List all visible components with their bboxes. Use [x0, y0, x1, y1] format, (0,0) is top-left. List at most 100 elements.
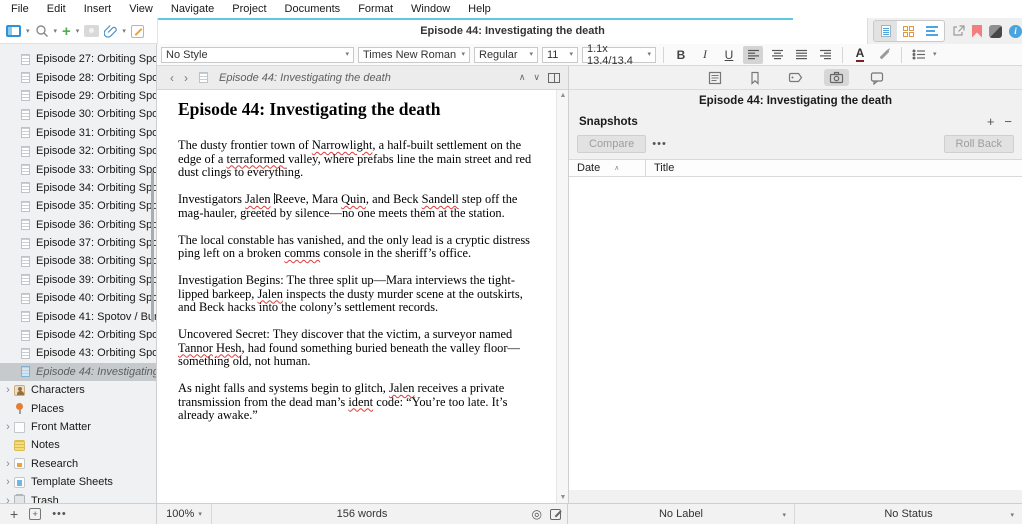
snapshot-more-button[interactable]: ••• — [652, 138, 667, 150]
line-spacing-select[interactable]: 1.1x 13.4/13.4▾ — [582, 47, 656, 63]
target-icon[interactable]: ◎ — [532, 507, 542, 521]
menu-item-window[interactable]: Window — [402, 0, 459, 18]
add-document-button[interactable]: + — [10, 506, 18, 522]
binder-item-template-sheets[interactable]: ›Template Sheets — [0, 473, 156, 491]
rollback-button[interactable]: Roll Back — [944, 135, 1014, 153]
chevron-right-icon[interactable]: › — [3, 458, 13, 470]
binder-item[interactable]: Episode 27: Orbiting Spoto... — [0, 50, 156, 68]
binder-item[interactable]: Episode 38: Orbiting Spoto... — [0, 252, 156, 270]
text-color-button[interactable]: A — [850, 46, 870, 64]
binder-item-characters[interactable]: ›Characters — [0, 381, 156, 399]
writing-goals-icon[interactable] — [550, 509, 561, 520]
tab-snapshots[interactable] — [824, 69, 849, 86]
add-snapshot-button[interactable]: + — [987, 114, 995, 129]
binder-item[interactable]: Episode 42: Orbiting Spotov — [0, 326, 156, 344]
binder-item[interactable]: Episode 44: Investigating th... — [0, 363, 156, 381]
editor-scrollbar[interactable]: ▲ ▼ — [556, 90, 568, 503]
binder-item[interactable]: Episode 28: Orbiting Spoto... — [0, 68, 156, 86]
align-right-button[interactable] — [815, 46, 835, 64]
binder-toggle-button[interactable] — [6, 25, 21, 37]
bookmarks-button[interactable] — [104, 24, 117, 38]
binder-item-front-matter[interactable]: ›Front Matter — [0, 418, 156, 436]
binder-item-places[interactable]: ›Places — [0, 399, 156, 417]
menu-item-file[interactable]: File — [2, 0, 38, 18]
menu-item-edit[interactable]: Edit — [38, 0, 75, 18]
snapshot-toolbar-button[interactable] — [84, 25, 99, 37]
list-caret[interactable]: ▾ — [933, 51, 937, 58]
menu-item-format[interactable]: Format — [349, 0, 402, 18]
add-folder-button[interactable]: + — [29, 508, 41, 520]
tab-metadata[interactable] — [783, 69, 808, 86]
column-header-date[interactable]: Date∧ — [569, 160, 646, 176]
binder-item[interactable]: Episode 29: Orbiting Spoto... — [0, 87, 156, 105]
bookmark-flag-button[interactable] — [972, 25, 982, 38]
chevron-right-icon[interactable]: › — [3, 476, 13, 488]
chevron-right-icon[interactable]: › — [3, 384, 13, 396]
search-button[interactable] — [35, 24, 49, 38]
tab-comments[interactable] — [865, 69, 889, 87]
tab-notes[interactable] — [703, 69, 727, 87]
menu-item-project[interactable]: Project — [223, 0, 275, 18]
binder-item[interactable]: Episode 39: Orbiting Spoto... — [0, 271, 156, 289]
align-center-button[interactable] — [767, 46, 787, 64]
tab-bookmarks[interactable] — [743, 69, 767, 87]
compose-mode-button[interactable] — [989, 25, 1002, 38]
italic-button[interactable]: I — [695, 46, 715, 64]
binder-item-notes[interactable]: ›Notes — [0, 436, 156, 454]
forward-button[interactable]: › — [179, 71, 193, 85]
underline-button[interactable]: U — [719, 46, 739, 64]
compare-button[interactable]: Compare — [577, 135, 646, 153]
document-view-button[interactable] — [874, 21, 897, 41]
binder-more-button[interactable]: ••• — [52, 508, 67, 520]
quick-reference-button[interactable] — [952, 25, 965, 37]
binder-item[interactable]: Episode 37: Orbiting Spoto... — [0, 234, 156, 252]
binder-scrollbar-thumb[interactable] — [151, 172, 154, 322]
scroll-down-icon[interactable]: ▼ — [557, 494, 568, 501]
align-justify-button[interactable] — [791, 46, 811, 64]
chevron-right-icon[interactable]: › — [3, 421, 13, 433]
search-caret[interactable]: ▾ — [54, 28, 58, 35]
label-select[interactable]: No Label▾ — [568, 504, 795, 524]
document-text-area[interactable]: Episode 44: Investigating the death The … — [157, 90, 568, 423]
corkboard-view-button[interactable] — [897, 21, 920, 41]
remove-snapshot-button[interactable]: − — [1004, 114, 1012, 129]
bookmarks-caret[interactable]: ▾ — [122, 28, 126, 35]
scroll-up-icon[interactable]: ▲ — [557, 92, 568, 99]
highlight-button[interactable] — [874, 46, 894, 64]
menu-item-insert[interactable]: Insert — [75, 0, 121, 18]
list-button[interactable] — [909, 46, 929, 64]
menu-item-view[interactable]: View — [120, 0, 162, 18]
binder-item[interactable]: Episode 34: Orbiting Spoto... — [0, 179, 156, 197]
binder-item[interactable]: Episode 43: Orbiting Spoto... — [0, 344, 156, 362]
snapshot-table-body[interactable] — [569, 177, 1022, 490]
inspector-toggle-button[interactable]: i — [1009, 25, 1022, 38]
binder-item[interactable]: Episode 32: Orbiting Spoto... — [0, 142, 156, 160]
split-view-icon[interactable] — [548, 73, 560, 83]
binder-item[interactable]: Episode 30: Orbiting Spoto... — [0, 105, 156, 123]
binder-toggle-caret[interactable]: ▾ — [26, 28, 30, 35]
add-item-button[interactable]: + — [62, 24, 71, 39]
binder-item[interactable]: Episode 36: Orbiting Spoto... — [0, 216, 156, 234]
previous-document-button[interactable]: ∧ — [519, 72, 526, 83]
binder-item-research[interactable]: ›Research — [0, 455, 156, 473]
bold-button[interactable]: B — [671, 46, 691, 64]
style-select[interactable]: No Style▾ — [161, 47, 354, 63]
binder-item[interactable]: Episode 31: Orbiting Spoto... — [0, 124, 156, 142]
column-header-title[interactable]: Title — [646, 162, 674, 174]
back-button[interactable]: ‹ — [165, 71, 179, 85]
binder-item-trash[interactable]: ›Trash — [0, 491, 156, 503]
font-select[interactable]: Times New Roman▾ — [358, 47, 470, 63]
menu-item-documents[interactable]: Documents — [276, 0, 350, 18]
compose-button[interactable] — [131, 25, 144, 38]
chevron-right-icon[interactable]: › — [3, 495, 13, 503]
binder-item[interactable]: Episode 35: Orbiting Spoto... — [0, 197, 156, 215]
font-weight-select[interactable]: Regular▾ — [474, 47, 538, 63]
binder-item[interactable]: Episode 40: Orbiting Spotov — [0, 289, 156, 307]
font-size-select[interactable]: 11▾ — [542, 47, 578, 63]
menu-item-navigate[interactable]: Navigate — [162, 0, 223, 18]
add-item-caret[interactable]: ▾ — [76, 28, 80, 35]
outliner-view-button[interactable] — [921, 21, 944, 41]
next-document-button[interactable]: ∨ — [533, 72, 540, 83]
binder-item[interactable]: Episode 41: Spotov / Burg ... — [0, 307, 156, 325]
align-left-button[interactable] — [743, 46, 763, 64]
